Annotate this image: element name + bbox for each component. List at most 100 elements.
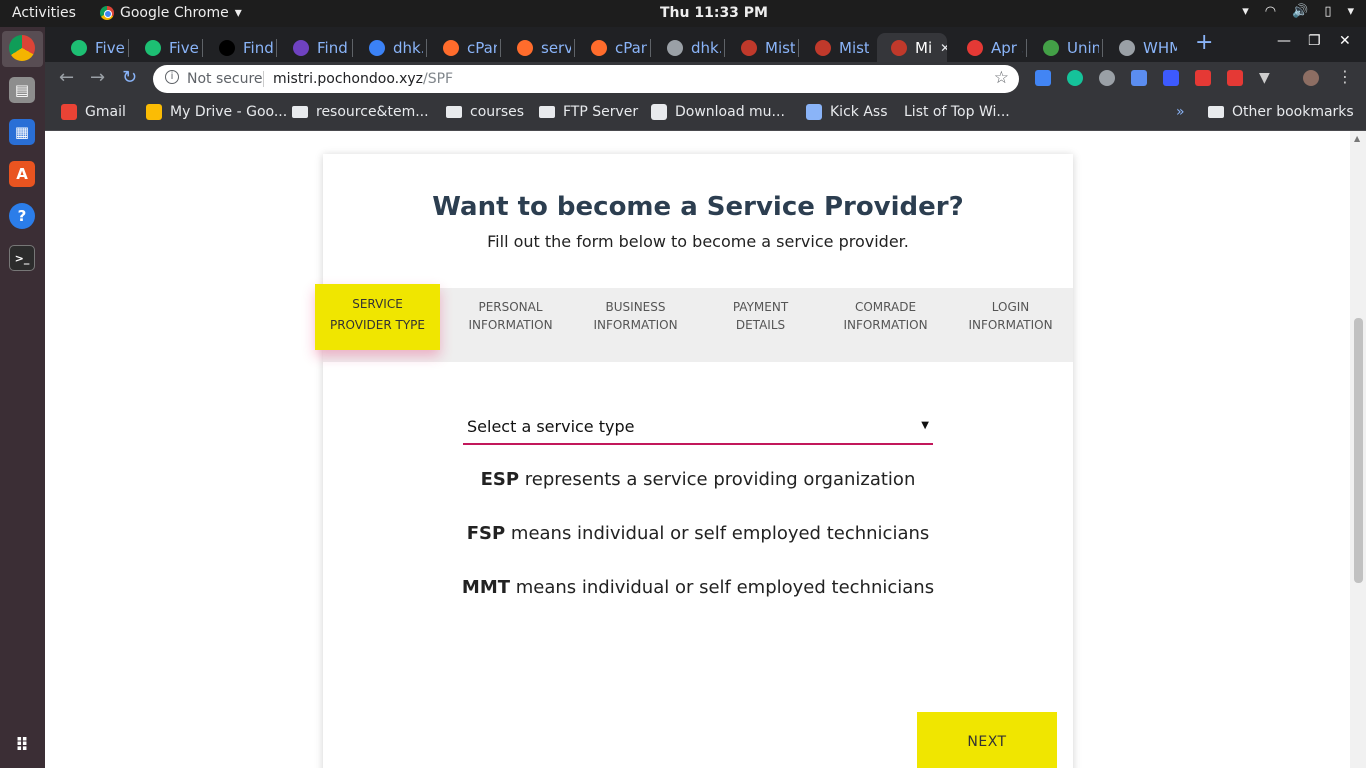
browser-tab[interactable]: dhk. — [355, 33, 423, 62]
wifi-icon: ◠ — [1264, 4, 1277, 19]
step-tab[interactable]: COMRADE INFORMATION — [823, 298, 948, 334]
bookmarks-overflow-button[interactable]: » — [1176, 104, 1185, 120]
bookmark-star-icon[interactable]: ☆ — [994, 68, 1009, 88]
vuejs-extension-icon[interactable]: ▼ — [1259, 70, 1275, 86]
bookmark-item[interactable]: resource&tem... — [292, 104, 429, 120]
step-label-line1: PAYMENT — [732, 300, 789, 314]
tab-favicon-icon — [967, 39, 983, 56]
clock[interactable]: Thu 11:33 PM — [660, 5, 768, 21]
help-icon[interactable]: ? — [9, 203, 35, 229]
browser-tab[interactable]: Apr 3 — [953, 33, 1023, 62]
browser-tab[interactable]: Find — [279, 33, 349, 62]
minimize-button[interactable]: — — [1277, 33, 1291, 49]
step-label-line1: PERSONAL — [478, 300, 543, 314]
media-extension-icon[interactable] — [1227, 70, 1243, 86]
terminal-icon[interactable]: >_ — [9, 245, 35, 271]
browser-tab[interactable]: Fiver — [131, 33, 199, 62]
new-tab-button[interactable]: + — [1195, 30, 1213, 55]
chrome-icon[interactable] — [9, 35, 35, 61]
page-title: Want to become a Service Provider? — [432, 192, 964, 222]
battery-icon: ▯ — [1324, 4, 1332, 19]
tab-label: Mistr — [839, 38, 869, 57]
tab-favicon-icon — [741, 39, 757, 56]
bookmark-item[interactable]: List of Top Wi... — [904, 104, 1010, 120]
step-label-line2: INFORMATION — [593, 318, 678, 332]
browser-tab[interactable]: Find — [205, 33, 273, 62]
other-bookmarks[interactable]: Other bookmarks — [1208, 104, 1354, 120]
folder-icon — [446, 106, 462, 118]
bookmark-item[interactable]: Download mu... — [651, 104, 785, 120]
document-icon[interactable]: ▦ — [9, 119, 35, 145]
cloud-extension-icon[interactable] — [1099, 70, 1115, 86]
system-tray[interactable]: ▾ ◠ 🔊 ▯ ▾ — [1242, 4, 1354, 19]
browser-tab[interactable]: dhk. — [653, 33, 721, 62]
menu-icon[interactable]: ⋮ — [1337, 67, 1353, 86]
step-tab[interactable]: LOGIN INFORMATION — [948, 298, 1073, 334]
activities-button[interactable]: Activities — [12, 5, 76, 21]
tab-close-icon[interactable]: ✕ — [940, 41, 947, 55]
tab-label: Fiver — [95, 38, 125, 57]
bookmark-item[interactable]: My Drive - Goo... — [146, 104, 287, 120]
translate-extension-icon[interactable] — [1035, 70, 1051, 86]
scroll-up-arrow-icon[interactable]: ▲ — [1354, 134, 1360, 143]
step-label-line2: DETAILS — [735, 318, 786, 332]
page-icon — [651, 104, 667, 120]
system-top-bar: Activities Google Chrome ▾ Thu 11:33 PM … — [0, 0, 1366, 27]
bookmark-item[interactable]: Kick Ass — [806, 104, 888, 120]
app-menu[interactable]: Google Chrome ▾ — [100, 5, 242, 21]
doc-icon — [806, 104, 822, 120]
bookmark-item[interactable]: courses — [446, 104, 524, 120]
files-icon[interactable]: ▤ — [9, 77, 35, 103]
security-label[interactable]: Not secure — [187, 71, 263, 87]
browser-tab[interactable]: servi — [503, 33, 571, 62]
browser-tab[interactable]: cPan — [429, 33, 497, 62]
service-type-select-value: Select a service type — [467, 417, 635, 436]
software-center-icon[interactable]: A — [9, 161, 35, 187]
tab-separator — [1102, 39, 1103, 57]
next-button[interactable]: NEXT — [917, 712, 1057, 768]
tff-extension-icon[interactable] — [1131, 70, 1147, 86]
step-tab[interactable]: PERSONAL INFORMATION — [448, 298, 573, 334]
maximize-button[interactable]: ❐ — [1308, 33, 1321, 49]
bookmark-label: FTP Server — [563, 104, 639, 120]
show-apps-icon[interactable]: ⠿ — [9, 732, 35, 758]
address-bar[interactable]: i Not secure mistri.pochondoo.xyz/SPF ☆ — [153, 65, 1019, 93]
profile-avatar[interactable] — [1303, 70, 1319, 86]
service-type-select[interactable]: Select a service type ▼ — [463, 412, 933, 445]
tab-label: dhk. — [691, 38, 721, 57]
step-tab[interactable]: PAYMENT DETAILS — [698, 298, 823, 334]
browser-tab[interactable]: WHM — [1105, 33, 1177, 62]
tab-favicon-icon — [219, 39, 235, 56]
back-button[interactable]: ← — [59, 67, 74, 88]
tab-favicon-icon — [145, 39, 161, 56]
browser-tab[interactable]: Mistr — [801, 33, 869, 62]
browser-tab[interactable]: Fiver — [57, 33, 125, 62]
browser-tab[interactable]: Mistr — [727, 33, 795, 62]
browser-tab[interactable]: Unin — [1029, 33, 1099, 62]
volume-icon: 🔊 — [1292, 4, 1309, 19]
info-icon[interactable]: i — [165, 70, 179, 84]
forward-button[interactable]: → — [90, 67, 105, 88]
bookmark-item[interactable]: FTP Server — [539, 104, 638, 120]
tab-label: servi — [541, 38, 571, 57]
ya-extension-icon[interactable] — [1195, 70, 1211, 86]
page-subtitle: Fill out the form below to become a serv… — [487, 232, 909, 251]
bookmark-label: courses — [470, 104, 525, 120]
bookmark-label: List of Top Wi... — [904, 104, 1010, 120]
step-label-line1: BUSINESS — [605, 300, 666, 314]
shield-extension-icon[interactable] — [1163, 70, 1179, 86]
bookmark-item[interactable]: Gmail — [61, 104, 126, 120]
folder-icon — [292, 106, 308, 118]
browser-tab[interactable]: cPan — [577, 33, 647, 62]
url-text[interactable]: mistri.pochondoo.xyz/SPF — [273, 71, 453, 87]
chrome-icon — [100, 6, 114, 20]
step-tab[interactable]: SERVICE PROVIDER TYPE — [315, 284, 440, 350]
close-window-button[interactable]: ✕ — [1339, 33, 1351, 49]
page-scrollbar[interactable]: ▲ — [1350, 131, 1366, 768]
tab-separator — [202, 39, 203, 57]
reload-button[interactable]: ↻ — [122, 67, 137, 88]
browser-tab[interactable]: Mi ✕ — [877, 33, 947, 62]
step-tab[interactable]: BUSINESS INFORMATION — [573, 298, 698, 334]
scrollbar-thumb[interactable] — [1354, 318, 1363, 583]
grammarly-extension-icon[interactable] — [1067, 70, 1083, 86]
